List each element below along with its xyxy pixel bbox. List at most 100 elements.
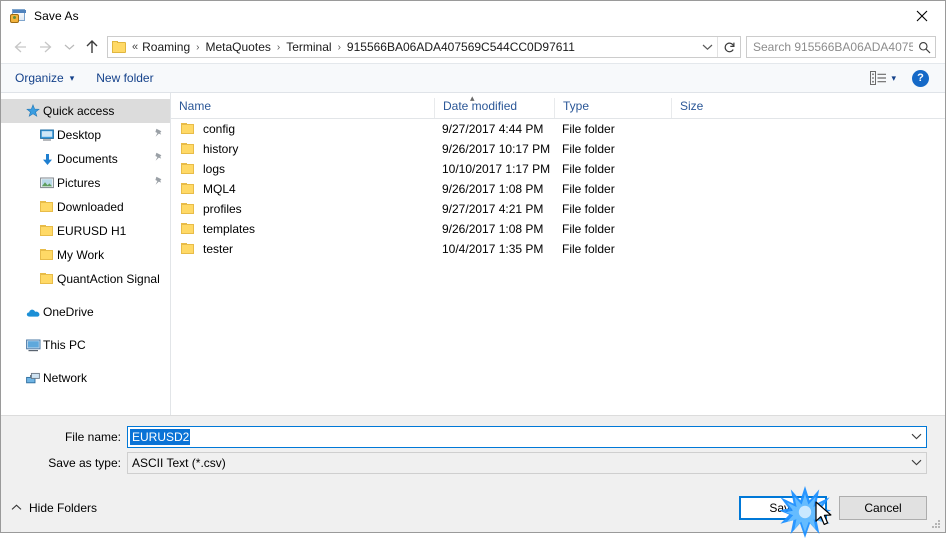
pictures-icon: [37, 177, 57, 189]
chevron-down-icon[interactable]: [697, 37, 717, 57]
table-row[interactable]: logs 10/10/2017 1:17 PM File folder: [171, 159, 945, 179]
breadcrumb[interactable]: « Roaming › MetaQuotes › Terminal › 9155…: [108, 39, 697, 55]
search-input[interactable]: Search 915566BA06ADA40756...: [747, 40, 913, 54]
pin-icon[interactable]: [154, 176, 164, 190]
column-header-name[interactable]: Name: [171, 98, 434, 118]
documents-icon: [37, 153, 57, 166]
file-name-cell[interactable]: tester: [171, 242, 434, 256]
search-box[interactable]: Search 915566BA06ADA40756...: [746, 36, 936, 58]
folder-icon: [181, 223, 195, 235]
cancel-button[interactable]: Cancel: [839, 496, 927, 520]
file-type-cell: File folder: [562, 222, 615, 236]
sidebar-item-this-pc[interactable]: This PC: [1, 333, 170, 357]
breadcrumb-item-terminal[interactable]: Terminal: [284, 39, 333, 55]
file-date-cell: 9/26/2017 10:17 PM: [442, 142, 551, 156]
save-button[interactable]: Save: [739, 496, 827, 520]
folder-icon: [181, 143, 195, 155]
help-icon[interactable]: ?: [912, 69, 929, 87]
file-name-cell[interactable]: history: [171, 142, 434, 156]
save-as-type-row: Save as type: ASCII Text (*.csv): [1, 452, 945, 474]
file-name-label: templates: [203, 222, 256, 236]
onedrive-cloud-icon: [23, 307, 43, 318]
folder-icon: [181, 123, 195, 135]
folder-icon: [112, 40, 127, 54]
breadcrumb-item-metaquotes[interactable]: MetaQuotes: [204, 39, 273, 55]
file-name-row: File name: EURUSD2: [1, 426, 945, 448]
sidebar-item-label: QuantAction Signal: [57, 272, 160, 286]
file-type-cell: File folder: [562, 242, 615, 256]
table-row[interactable]: tester 10/4/2017 1:35 PM File folder: [171, 239, 945, 259]
sidebar-item-onedrive[interactable]: OneDrive: [1, 300, 170, 324]
save-as-type-select[interactable]: ASCII Text (*.csv): [127, 452, 927, 474]
hide-folders-button[interactable]: Hide Folders: [11, 501, 97, 515]
table-row[interactable]: history 9/26/2017 10:17 PM File folder: [171, 139, 945, 159]
new-folder-button[interactable]: New folder: [96, 71, 153, 85]
file-rows: config 9/27/2017 4:44 PM File folder his…: [171, 119, 945, 415]
network-icon: [23, 372, 43, 385]
chevron-down-icon[interactable]: [906, 458, 926, 469]
file-name-cell[interactable]: logs: [171, 162, 434, 176]
sidebar-item-desktop[interactable]: Desktop: [1, 123, 170, 147]
save-as-type-value[interactable]: ASCII Text (*.csv): [128, 456, 226, 470]
sidebar-item-documents[interactable]: Documents: [1, 147, 170, 171]
organize-label: Organize: [15, 71, 64, 85]
up-arrow-icon[interactable]: [79, 34, 105, 60]
breadcrumb-overflow[interactable]: «: [131, 41, 140, 53]
breadcrumb-item-roaming[interactable]: Roaming: [140, 39, 192, 55]
save-as-type-label: Save as type:: [48, 456, 121, 470]
quick-access-star-icon: [23, 104, 43, 118]
file-name-cell[interactable]: MQL4: [171, 182, 434, 196]
sidebar-item-quick-access[interactable]: Quick access: [1, 99, 170, 123]
sidebar-item-network[interactable]: Network: [1, 366, 170, 390]
file-list-pane: ▴ Name Date modified Type Size config 9/…: [171, 93, 945, 415]
chevron-down-icon[interactable]: [906, 432, 926, 443]
file-name-cell[interactable]: profiles: [171, 202, 434, 216]
breadcrumb-separator-1[interactable]: ›: [192, 42, 203, 53]
file-name-value[interactable]: EURUSD2: [130, 429, 191, 445]
address-bar[interactable]: « Roaming › MetaQuotes › Terminal › 9155…: [107, 36, 741, 58]
folder-icon: [37, 201, 57, 213]
refresh-icon[interactable]: [717, 37, 740, 57]
table-row[interactable]: templates 9/26/2017 1:08 PM File folder: [171, 219, 945, 239]
sidebar-item-label: OneDrive: [43, 305, 94, 319]
desktop-icon: [37, 129, 57, 141]
file-date-cell: 10/10/2017 1:17 PM: [442, 162, 551, 176]
pin-icon[interactable]: [154, 152, 164, 166]
column-header-row: ▴ Name Date modified Type Size: [171, 93, 945, 119]
recent-locations-chevron-icon[interactable]: [59, 34, 79, 60]
resize-grip-icon[interactable]: [931, 519, 941, 529]
file-date-cell: 10/4/2017 1:35 PM: [442, 242, 544, 256]
navigation-pane: Quick access Desktop Documents Pictures …: [1, 93, 171, 415]
file-date-cell: 9/27/2017 4:21 PM: [442, 202, 544, 216]
view-chevron-down-icon[interactable]: ▾: [891, 73, 896, 84]
close-icon[interactable]: [899, 1, 945, 30]
file-name-input[interactable]: EURUSD2: [127, 426, 927, 448]
view-layout-icon[interactable]: [870, 71, 887, 85]
search-icon[interactable]: [913, 41, 935, 54]
back-arrow-icon[interactable]: [7, 34, 33, 60]
column-header-type[interactable]: Type: [554, 98, 671, 118]
breadcrumb-separator-3[interactable]: ›: [334, 42, 345, 53]
organize-button[interactable]: Organize ▾: [15, 71, 74, 85]
table-row[interactable]: config 9/27/2017 4:44 PM File folder: [171, 119, 945, 139]
table-row[interactable]: MQL4 9/26/2017 1:08 PM File folder: [171, 179, 945, 199]
sidebar-item-label: Network: [43, 371, 88, 385]
sidebar-item-downloaded[interactable]: Downloaded: [1, 195, 170, 219]
pin-icon[interactable]: [154, 128, 164, 142]
forward-arrow-icon[interactable]: [33, 34, 59, 60]
sidebar-item-eurusd-h1[interactable]: EURUSD H1: [1, 219, 170, 243]
folder-icon: [181, 183, 195, 195]
sidebar-item-my-work[interactable]: My Work: [1, 243, 170, 267]
sidebar-item-quantaction-signal[interactable]: QuantAction Signal: [1, 267, 170, 291]
breadcrumb-item-instance-id[interactable]: 915566BA06ADA407569C544CC0D97611: [345, 39, 577, 55]
column-header-size[interactable]: Size: [671, 98, 753, 118]
column-header-date-modified[interactable]: Date modified: [434, 98, 554, 118]
file-type-cell: File folder: [562, 142, 615, 156]
sidebar-item-pictures[interactable]: Pictures: [1, 171, 170, 195]
breadcrumb-separator-2[interactable]: ›: [273, 42, 284, 53]
file-name-cell[interactable]: config: [171, 122, 434, 136]
file-name-cell[interactable]: templates: [171, 222, 434, 236]
table-row[interactable]: profiles 9/27/2017 4:21 PM File folder: [171, 199, 945, 219]
